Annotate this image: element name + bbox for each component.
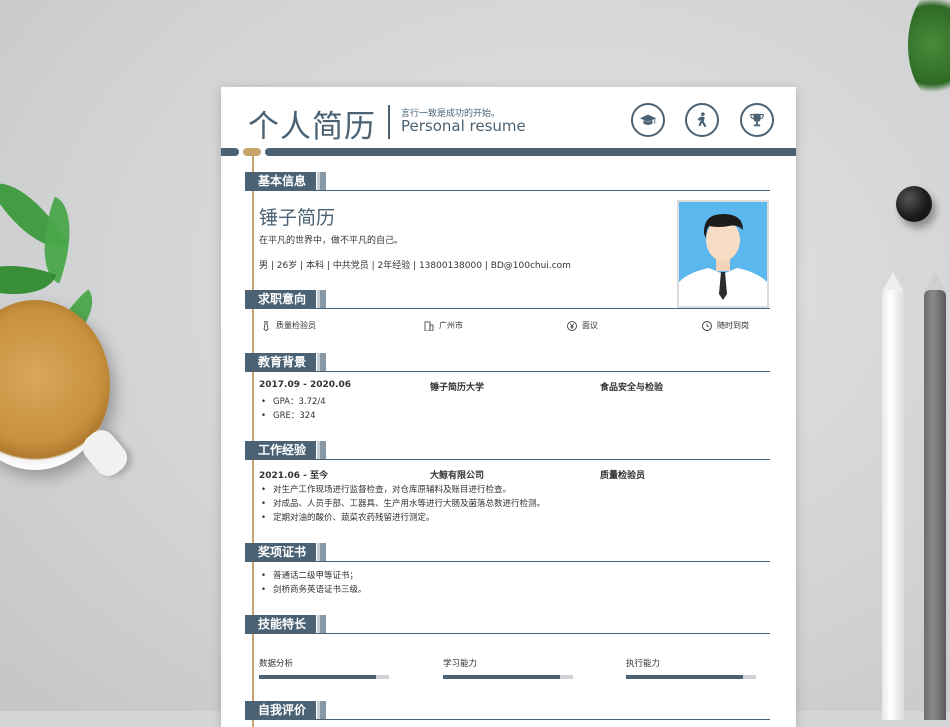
section-title: 技能特长 [245, 615, 327, 633]
work-role: 质量检验员 [600, 471, 646, 481]
education-major: 食品安全与检验 [600, 383, 664, 393]
list-item: GPA：3.72/4 [259, 395, 326, 409]
skill-name: 学习能力 [443, 659, 478, 669]
skill-bar-fill [443, 675, 560, 679]
skill-bar [259, 675, 389, 679]
section-title: 自我评价 [245, 701, 327, 719]
trophy-icon [740, 103, 774, 137]
title-divider [388, 105, 390, 139]
pen-tip-decoration [882, 272, 904, 292]
section-work: 工作经验 [245, 441, 770, 461]
section-self-evaluation: 自我评价 [245, 701, 770, 721]
header-bar [221, 148, 796, 156]
work-bullets: 对生产工作现场进行监督检查，对仓库原辅料及账目进行检查。 对成品、人员手部、工器… [259, 483, 545, 525]
pen-tip-decoration [924, 272, 946, 292]
building-icon [424, 321, 434, 331]
work-period: 2021.06 - 至今 [259, 471, 328, 481]
section-title: 奖项证书 [245, 543, 327, 561]
education-period: 2017.09 - 2020.06 [259, 380, 351, 390]
yen-icon [567, 320, 577, 331]
section-awards: 奖项证书 [245, 543, 770, 563]
intent-availability: 随时到岗 [702, 320, 749, 331]
intent-text: 广州市 [439, 321, 463, 330]
skill-bar-fill [626, 675, 743, 679]
awards-bullets: 普通话二级甲等证书； 剑桥商务英语证书三级。 [259, 569, 367, 597]
candidate-motto: 在平凡的世界中，做不平凡的自己。 [259, 236, 404, 246]
resume-title: 个人简历 [248, 109, 376, 145]
section-title: 工作经验 [245, 441, 327, 459]
resume-sheet: 个人简历 言行一致是成功的开始。 Personal resume 基本信息 锤子… [221, 87, 796, 727]
grey-pen-decoration [924, 290, 946, 720]
list-item: 普通话二级甲等证书； [259, 569, 367, 583]
skill-item: 学习能力 [443, 657, 573, 679]
tie-icon [261, 320, 271, 331]
section-job-intent: 求职意向 [245, 290, 770, 310]
black-ball-decoration [896, 186, 932, 222]
clock-icon [702, 320, 712, 331]
education-bullets: GPA：3.72/4 GRE：324 [259, 395, 326, 423]
walking-person-icon [685, 103, 719, 137]
candidate-name: 锤子简历 [259, 207, 336, 229]
skill-bar [626, 675, 756, 679]
intent-salary: 面议 [567, 320, 598, 331]
intent-position: 质量检验员 [261, 320, 316, 331]
list-item: 对成品、人员手部、工器具、生产用水等进行大肠及菌落总数进行检测。 [259, 497, 545, 511]
education-school: 锤子简历大学 [430, 383, 485, 393]
header-subtitle: Personal resume [401, 117, 526, 135]
list-item: 对生产工作现场进行监督检查，对仓库原辅料及账目进行检查。 [259, 483, 545, 497]
skill-item: 执行能力 [626, 657, 756, 679]
profile-photo [677, 200, 769, 308]
section-title: 求职意向 [245, 290, 327, 308]
list-item: GRE：324 [259, 409, 326, 423]
graduation-cap-icon [631, 103, 665, 137]
intent-text: 随时到岗 [717, 321, 749, 330]
section-education: 教育背景 [245, 353, 770, 373]
section-title: 基本信息 [245, 172, 327, 190]
list-item: 剑桥商务英语证书三级。 [259, 583, 367, 597]
intent-city: 广州市 [424, 320, 463, 331]
skill-bar-fill [259, 675, 376, 679]
section-skills: 技能特长 [245, 615, 770, 635]
skill-bar [443, 675, 573, 679]
section-basic-info: 基本信息 [245, 172, 770, 192]
white-pen-decoration [882, 290, 904, 720]
intent-text: 面议 [582, 321, 598, 330]
intent-text: 质量检验员 [276, 321, 316, 330]
section-title: 教育背景 [245, 353, 327, 371]
skill-item: 数据分析 [259, 657, 389, 679]
skill-name: 执行能力 [626, 659, 661, 669]
work-company: 大鲸有限公司 [430, 471, 485, 481]
skill-name: 数据分析 [259, 659, 294, 669]
candidate-details: 男 | 26岁 | 本科 | 中共党员 | 2年经验 | 13800138000… [259, 261, 571, 271]
list-item: 定期对油的酸价、蔬菜农药残留进行测定。 [259, 511, 545, 525]
